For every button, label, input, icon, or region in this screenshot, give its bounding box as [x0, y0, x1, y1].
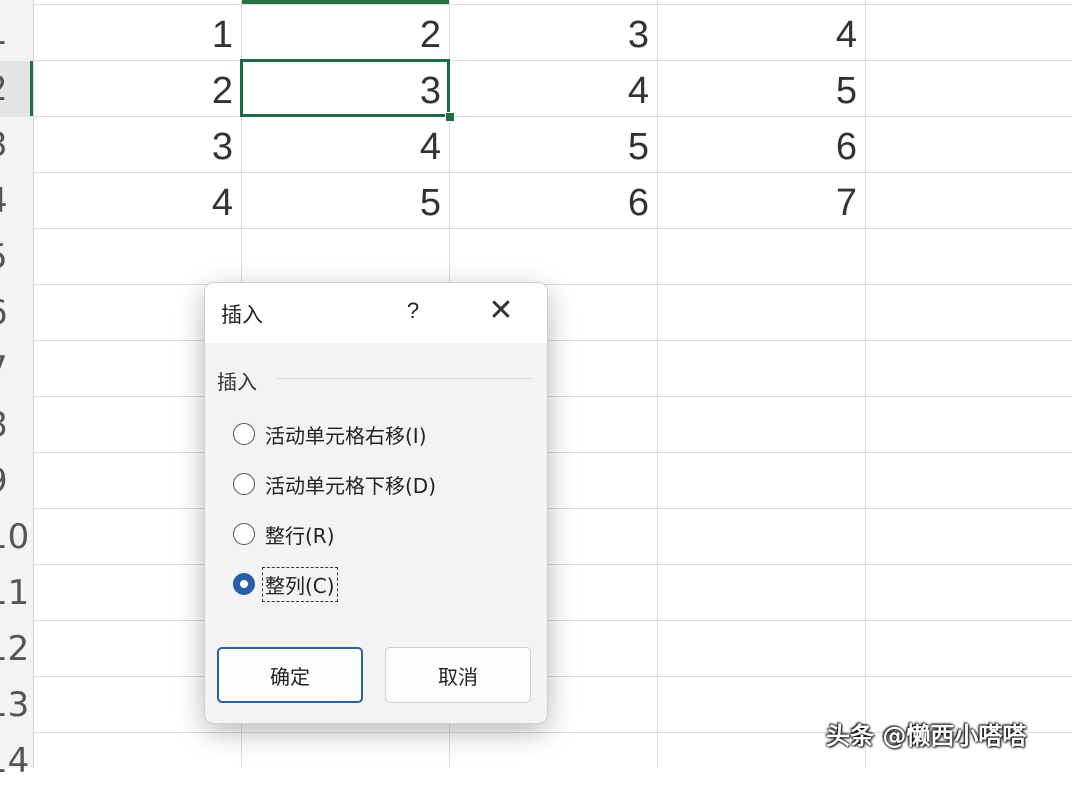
- option-entire-column-label[interactable]: 整列(C): [262, 566, 338, 602]
- group-label: 插入: [217, 370, 257, 394]
- row-header-1[interactable]: 1: [0, 5, 32, 61]
- option-shift-down-label[interactable]: 活动单元格下移(D): [265, 470, 436, 499]
- cell[interactable]: 4: [449, 60, 657, 116]
- active-cell-border: [240, 59, 450, 117]
- cell[interactable]: 7: [657, 172, 865, 228]
- row-header-3[interactable]: 3: [0, 117, 32, 173]
- row-header-8[interactable]: 8: [0, 397, 32, 453]
- cell[interactable]: 5: [657, 60, 865, 116]
- grid-line: [33, 284, 1072, 285]
- radio-entire-column[interactable]: [233, 573, 255, 595]
- option-entire-row-label[interactable]: 整行(R): [265, 520, 335, 549]
- watermark: 头条 @懒西小嗒嗒: [826, 722, 1027, 750]
- grid-line: [33, 396, 1072, 397]
- grid-line: [33, 620, 1072, 621]
- row-header-10[interactable]: 10: [0, 509, 32, 565]
- radio-entire-row[interactable]: [233, 523, 255, 545]
- fill-handle[interactable]: [445, 112, 455, 122]
- dialog-title: 插入: [221, 303, 263, 327]
- grid-line: [33, 452, 1072, 453]
- row-header-9[interactable]: 9: [0, 453, 32, 509]
- option-entire-row[interactable]: 整行(R): [233, 517, 335, 551]
- row-header-2[interactable]: 2: [0, 61, 32, 117]
- row-header-4[interactable]: 4: [0, 173, 32, 229]
- cell[interactable]: 4: [657, 4, 865, 60]
- cell[interactable]: 5: [241, 172, 449, 228]
- row-header-14[interactable]: 14: [0, 733, 32, 789]
- cell[interactable]: 6: [449, 172, 657, 228]
- option-shift-right-label[interactable]: 活动单元格右移(I): [265, 420, 427, 449]
- cell[interactable]: 2: [33, 60, 241, 116]
- cell[interactable]: 1: [33, 4, 241, 60]
- help-icon[interactable]: ?: [401, 296, 425, 326]
- radio-shift-down[interactable]: [233, 473, 255, 495]
- row-header-6[interactable]: 6: [0, 285, 32, 341]
- cell[interactable]: 5: [449, 116, 657, 172]
- grid-line: [33, 564, 1072, 565]
- cancel-button[interactable]: 取消: [385, 647, 531, 703]
- cell[interactable]: 3: [449, 4, 657, 60]
- cell[interactable]: 4: [241, 116, 449, 172]
- cell[interactable]: 3: [33, 116, 241, 172]
- insert-dialog: 插入 ? ✕ 插入 活动单元格右移(I) 活动单元格下移(D) 整行(R) 整列…: [204, 282, 548, 724]
- close-icon[interactable]: ✕: [485, 293, 517, 329]
- grid-line: [33, 508, 1072, 509]
- grid-line: [33, 340, 1072, 341]
- option-entire-column[interactable]: 整列(C): [233, 566, 338, 602]
- cell[interactable]: 4: [33, 172, 241, 228]
- grid-line: [33, 228, 1072, 229]
- row-header-column[interactable]: 1 2 3 4 5 6 7 8 9 10 11 12 13 14: [0, 0, 34, 781]
- dialog-titlebar: 插入 ? ✕: [205, 283, 547, 343]
- row-header-12[interactable]: 12: [0, 621, 32, 677]
- row-header-13[interactable]: 13: [0, 677, 32, 733]
- grid-line: [33, 676, 1072, 677]
- radio-shift-right[interactable]: [233, 423, 255, 445]
- row-header-7[interactable]: 7: [0, 341, 32, 397]
- cell[interactable]: 2: [241, 4, 449, 60]
- group-divider: [277, 378, 533, 379]
- option-shift-down[interactable]: 活动单元格下移(D): [233, 467, 436, 501]
- cell[interactable]: 6: [657, 116, 865, 172]
- ok-button[interactable]: 确定: [217, 647, 363, 703]
- option-shift-right[interactable]: 活动单元格右移(I): [233, 417, 427, 451]
- row-header-5[interactable]: 5: [0, 229, 32, 285]
- row-header-11[interactable]: 11: [0, 565, 32, 621]
